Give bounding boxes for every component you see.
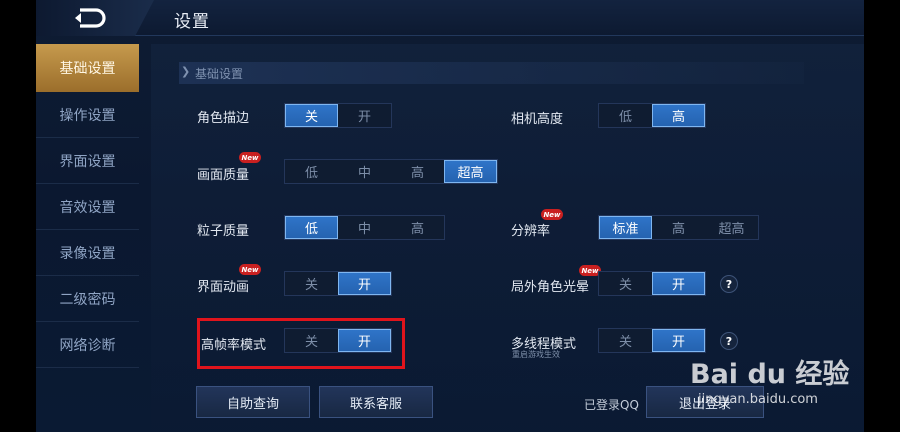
sidebar-item-controls[interactable]: 操作设置 xyxy=(36,92,139,138)
ui-animation-option-on[interactable]: 开 xyxy=(338,272,391,295)
sidebar-item-network-diagnosis[interactable]: 网络诊断 xyxy=(36,322,139,368)
resolution-option-ultra[interactable]: 超高 xyxy=(705,216,758,239)
outline-option-off[interactable]: 关 xyxy=(285,104,338,127)
contact-service-button[interactable]: 联系客服 xyxy=(319,386,433,418)
section-header: ❯ 基础设置 xyxy=(179,62,804,84)
new-badge: New xyxy=(239,264,261,275)
outgame-glow-option-on[interactable]: 开 xyxy=(652,272,705,295)
ui-animation-option-off[interactable]: 关 xyxy=(285,272,338,295)
particle-option-high[interactable]: 高 xyxy=(391,216,444,239)
particle-option-medium[interactable]: 中 xyxy=(338,216,391,239)
outline-option-on[interactable]: 开 xyxy=(338,104,391,127)
resolution-option-high[interactable]: 高 xyxy=(652,216,705,239)
resolution-selector: 标准 高 超高 xyxy=(598,215,759,240)
resolution-option-standard[interactable]: 标准 xyxy=(599,216,652,239)
sidebar-item-audio[interactable]: 音效设置 xyxy=(36,184,139,230)
help-icon[interactable]: ? xyxy=(720,275,738,293)
graphics-option-ultra[interactable]: 超高 xyxy=(444,160,497,183)
outline-label: 角色描边 xyxy=(197,111,250,126)
right-letterbox xyxy=(864,0,900,432)
graphics-option-high[interactable]: 高 xyxy=(391,160,444,183)
particle-quality-label: 粒子质量 xyxy=(197,224,250,239)
graphics-quality-selector: 低 中 高 超高 xyxy=(284,159,498,184)
back-arrow-icon xyxy=(75,8,106,28)
outgame-glow-toggle: 关 开 xyxy=(598,271,706,296)
resolution-label: 分辨率 xyxy=(511,224,551,239)
ui-animation-toggle: 关 开 xyxy=(284,271,392,296)
chevron-right-icon: ❯ xyxy=(181,65,191,78)
help-icon[interactable]: ? xyxy=(720,332,738,350)
header-bar: 设置 xyxy=(36,0,864,36)
camera-option-low[interactable]: 低 xyxy=(599,104,652,127)
particle-quality-selector: 低 中 高 xyxy=(284,215,445,240)
graphics-option-medium[interactable]: 中 xyxy=(338,160,391,183)
left-letterbox xyxy=(0,0,36,432)
sidebar-item-secondary-password[interactable]: 二级密码 xyxy=(36,276,139,322)
outline-toggle: 关 开 xyxy=(284,103,392,128)
highlight-annotation-box xyxy=(197,318,405,369)
watermark-logo: Bai du 经验 xyxy=(690,359,850,390)
sidebar-item-recording[interactable]: 录像设置 xyxy=(36,230,139,276)
sidebar-item-basic[interactable]: 基础设置 xyxy=(36,44,139,92)
new-badge: New xyxy=(541,209,563,220)
watermark-url: jingyan.baidu.com xyxy=(698,392,818,407)
camera-option-high[interactable]: 高 xyxy=(652,104,705,127)
multithread-note: 重启游戏生效 xyxy=(512,350,560,359)
graphics-option-low[interactable]: 低 xyxy=(285,160,338,183)
outgame-glow-option-off[interactable]: 关 xyxy=(599,272,652,295)
graphics-quality-label: 画面质量 xyxy=(197,168,250,183)
outgame-glow-label: 局外角色光晕 xyxy=(511,280,590,295)
new-badge: New xyxy=(239,152,261,163)
camera-height-label: 相机高度 xyxy=(511,112,564,127)
ui-animation-label: 界面动画 xyxy=(197,280,250,295)
section-title: 基础设置 xyxy=(195,66,244,81)
camera-height-toggle: 低 高 xyxy=(598,103,706,128)
multithread-option-on[interactable]: 开 xyxy=(652,329,705,352)
sidebar-item-interface[interactable]: 界面设置 xyxy=(36,138,139,184)
back-button[interactable] xyxy=(36,0,154,36)
multithread-option-off[interactable]: 关 xyxy=(599,329,652,352)
page-title: 设置 xyxy=(174,12,210,32)
login-status: 已登录QQ xyxy=(584,398,639,412)
multithread-toggle: 关 开 xyxy=(598,328,706,353)
particle-option-low[interactable]: 低 xyxy=(285,216,338,239)
self-query-button[interactable]: 自助查询 xyxy=(196,386,310,418)
settings-sidebar: 基础设置 操作设置 界面设置 音效设置 录像设置 二级密码 网络诊断 xyxy=(36,44,139,432)
